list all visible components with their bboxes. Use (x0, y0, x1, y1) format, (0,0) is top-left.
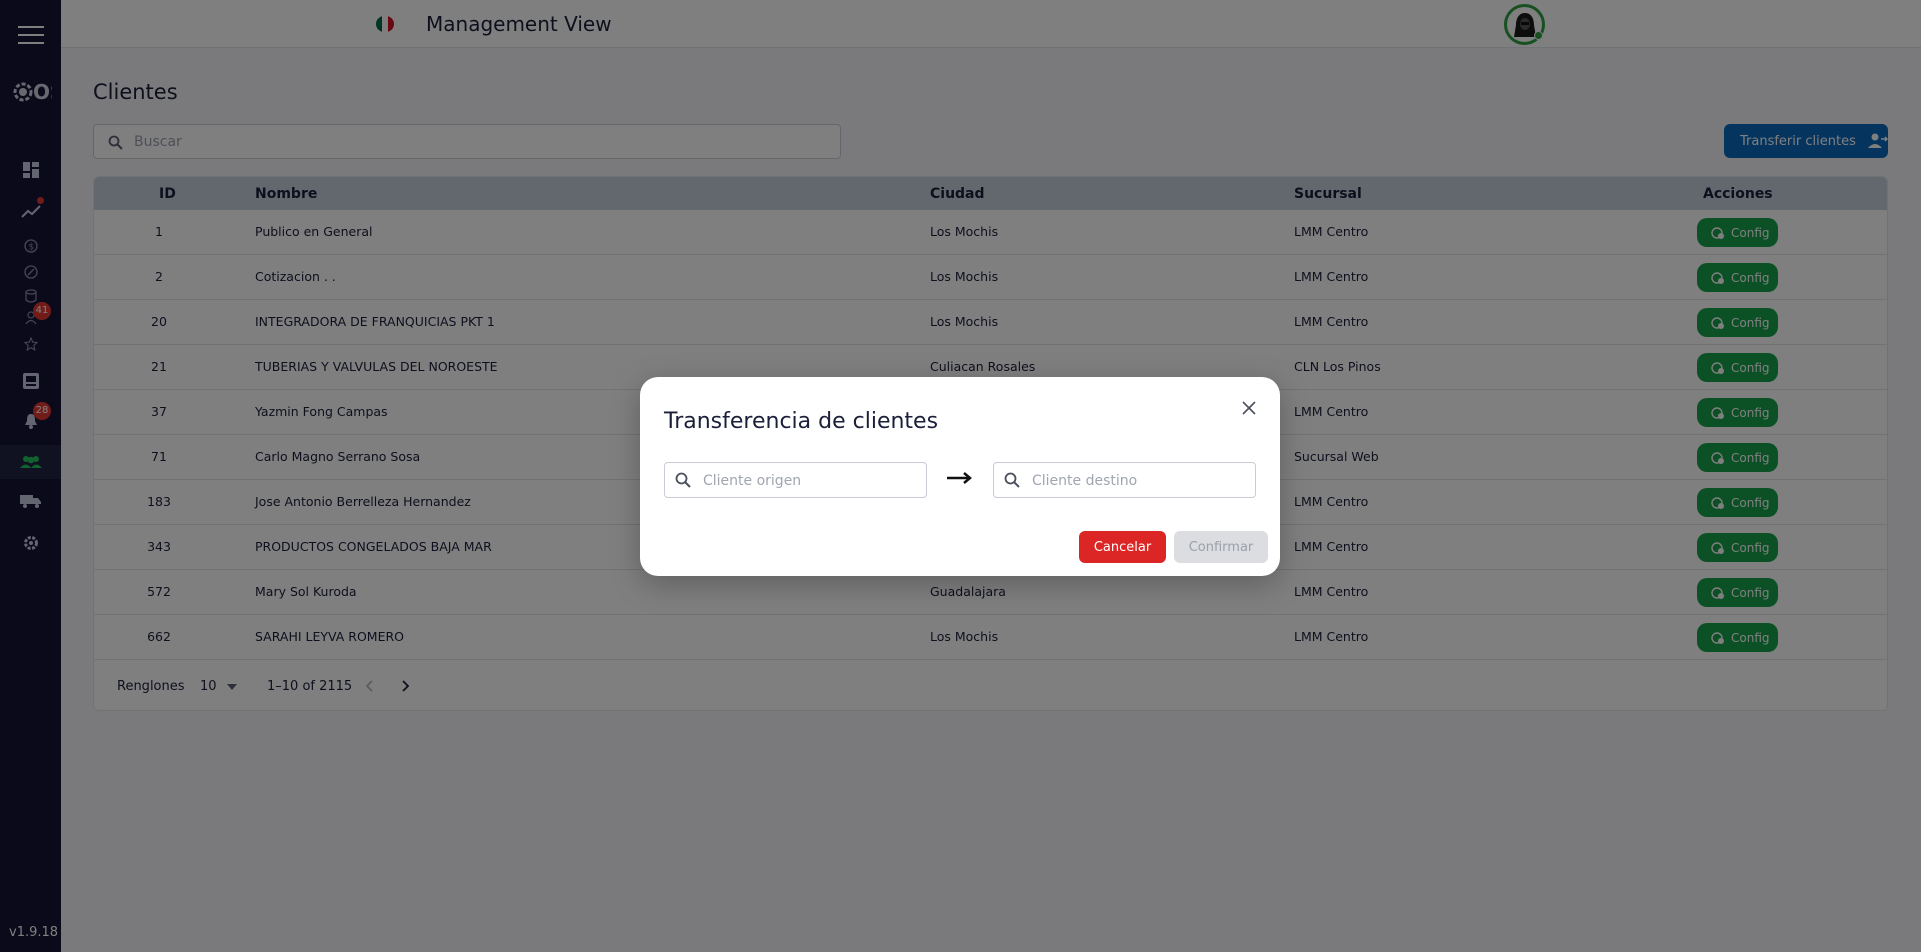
arrow-right-icon (947, 470, 973, 489)
search-icon (675, 472, 691, 488)
search-icon (1004, 472, 1020, 488)
close-icon (1242, 401, 1256, 415)
confirm-button[interactable]: Confirmar (1174, 531, 1268, 563)
origin-client-field[interactable] (664, 462, 927, 498)
origin-client-input[interactable] (703, 470, 913, 492)
dialog-title: Transferencia de clientes (664, 409, 939, 434)
destination-client-field[interactable] (993, 462, 1256, 498)
close-button[interactable] (1238, 397, 1260, 419)
transfer-clients-dialog: Transferencia de clientes Cancelar Confi… (640, 377, 1280, 576)
destination-client-input[interactable] (1032, 470, 1242, 492)
cancel-button[interactable]: Cancelar (1079, 531, 1166, 563)
